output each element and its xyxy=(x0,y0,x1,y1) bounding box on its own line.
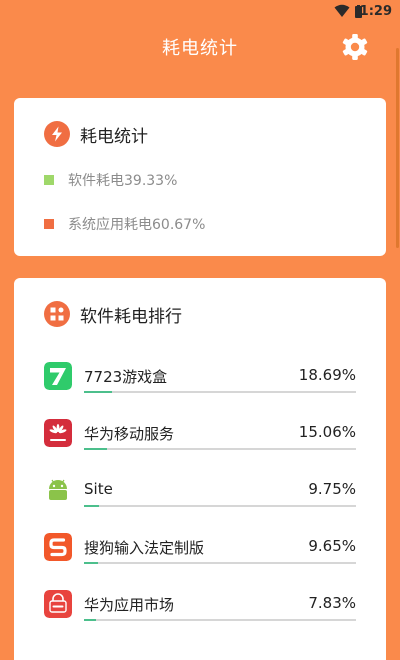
scrollbar-thumb[interactable] xyxy=(396,48,399,248)
status-bar: 1:29 xyxy=(0,0,400,24)
app-name: 搜狗输入法定制版 xyxy=(84,539,205,557)
legend-label-software: 软件耗电39.33% xyxy=(68,173,178,189)
status-time: 1:29 xyxy=(359,4,392,19)
huawei-appgallery-icon xyxy=(44,590,72,618)
usage-bar-fill xyxy=(84,391,113,393)
ranking-card-title: 软件耗电排行 xyxy=(80,306,182,327)
app-percent: 18.69% xyxy=(298,366,356,384)
app-name: 华为应用市场 xyxy=(84,596,175,614)
ranking-card-header: 软件耗电排行 xyxy=(44,300,182,328)
usage-bar-fill xyxy=(84,619,96,621)
app-percent: 15.06% xyxy=(298,423,356,441)
app-percent: 9.75% xyxy=(308,480,356,498)
app-name: 华为移动服务 xyxy=(84,425,175,443)
usage-bar-track xyxy=(84,562,356,564)
7723-app-icon xyxy=(44,362,72,390)
sogou-input-icon xyxy=(44,533,72,561)
summary-card-title: 耗电统计 xyxy=(80,126,148,147)
legend-item-system: 系统应用耗电60.67% xyxy=(44,214,205,234)
app-ranking-list: 7723游戏盒 18.69% 华为移动服务 15.06% Site 9.75% … xyxy=(44,362,356,647)
usage-bar-fill xyxy=(84,562,99,564)
huawei-hms-icon xyxy=(44,419,72,447)
android-robot-icon xyxy=(44,476,72,504)
app-percent: 7.83% xyxy=(308,594,356,612)
list-item[interactable]: 7723游戏盒 18.69% xyxy=(44,362,356,419)
app-name: 7723游戏盒 xyxy=(84,368,168,386)
usage-bar-track xyxy=(84,391,356,393)
usage-bar-fill xyxy=(84,505,99,507)
usage-bar-track xyxy=(84,448,356,450)
usage-bar-track xyxy=(84,619,356,621)
usage-bar-fill xyxy=(84,448,107,450)
wifi-icon xyxy=(334,4,350,17)
usage-bar-track xyxy=(84,505,356,507)
power-summary-card: 耗电统计 软件耗电39.33% 系统应用耗电60.67% xyxy=(14,98,386,256)
app-percent: 9.65% xyxy=(308,537,356,555)
legend-swatch-system xyxy=(44,219,54,229)
summary-card-header: 耗电统计 xyxy=(44,120,148,148)
list-item[interactable]: Site 9.75% xyxy=(44,476,356,533)
list-item[interactable]: 搜狗输入法定制版 9.65% xyxy=(44,533,356,590)
legend-item-software: 软件耗电39.33% xyxy=(44,170,177,190)
settings-gear-icon[interactable] xyxy=(340,32,370,62)
legend-label-system: 系统应用耗电60.67% xyxy=(68,217,206,233)
legend-swatch-software xyxy=(44,175,54,185)
apps-grid-icon xyxy=(44,301,70,327)
list-item[interactable]: 华为移动服务 15.06% xyxy=(44,419,356,476)
lightning-icon xyxy=(44,121,70,147)
app-name: Site xyxy=(84,480,113,498)
app-ranking-card: 软件耗电排行 7723游戏盒 18.69% 华为移动服务 15.06% Site… xyxy=(14,278,386,660)
list-item[interactable]: 华为应用市场 7.83% xyxy=(44,590,356,647)
